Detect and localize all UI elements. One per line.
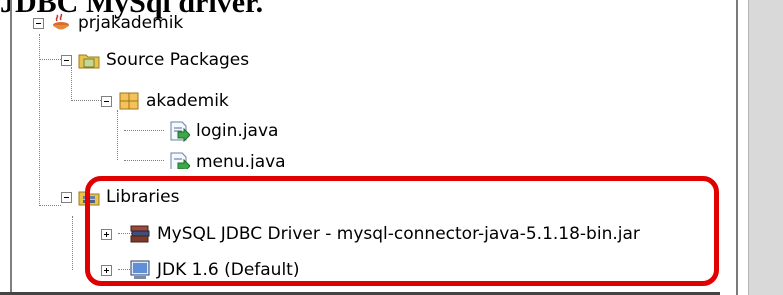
source-packages-folder-icon	[78, 54, 100, 69]
tree-left-border	[10, 0, 12, 295]
tree-label-file: login.java	[196, 121, 279, 141]
tree-item-package[interactable]: akademik	[101, 86, 229, 116]
package-icon	[119, 92, 139, 110]
project-coffee-icon	[53, 13, 69, 30]
collapse-toggle[interactable]	[33, 17, 44, 29]
tree-label-package: akademik	[146, 91, 229, 111]
tree-item-project[interactable]: prjakademik	[33, 8, 183, 38]
collapse-toggle[interactable]	[101, 95, 112, 107]
tree-label-file: menu.java	[196, 152, 286, 169]
scrollbar-edge	[736, 0, 738, 295]
java-file-icon	[170, 121, 190, 142]
collapse-toggle[interactable]	[61, 54, 72, 66]
java-file-icon	[170, 152, 190, 169]
tree-label-project: prjakademik	[78, 13, 184, 33]
tree-label-source-packages: Source Packages	[106, 50, 250, 70]
tree-item-file[interactable]: login.java	[168, 116, 278, 146]
highlight-box	[85, 176, 719, 286]
tree-item-file[interactable]: menu.java	[168, 147, 286, 169]
project-tree: prjakademik Source Packages akademik log…	[0, 0, 720, 295]
scrollbar-thumb[interactable]	[748, 0, 783, 295]
collapse-toggle[interactable]	[61, 191, 72, 203]
tree-item-file-clipped: menu.java	[168, 147, 368, 169]
tree-item-source-packages[interactable]: Source Packages	[61, 45, 249, 75]
